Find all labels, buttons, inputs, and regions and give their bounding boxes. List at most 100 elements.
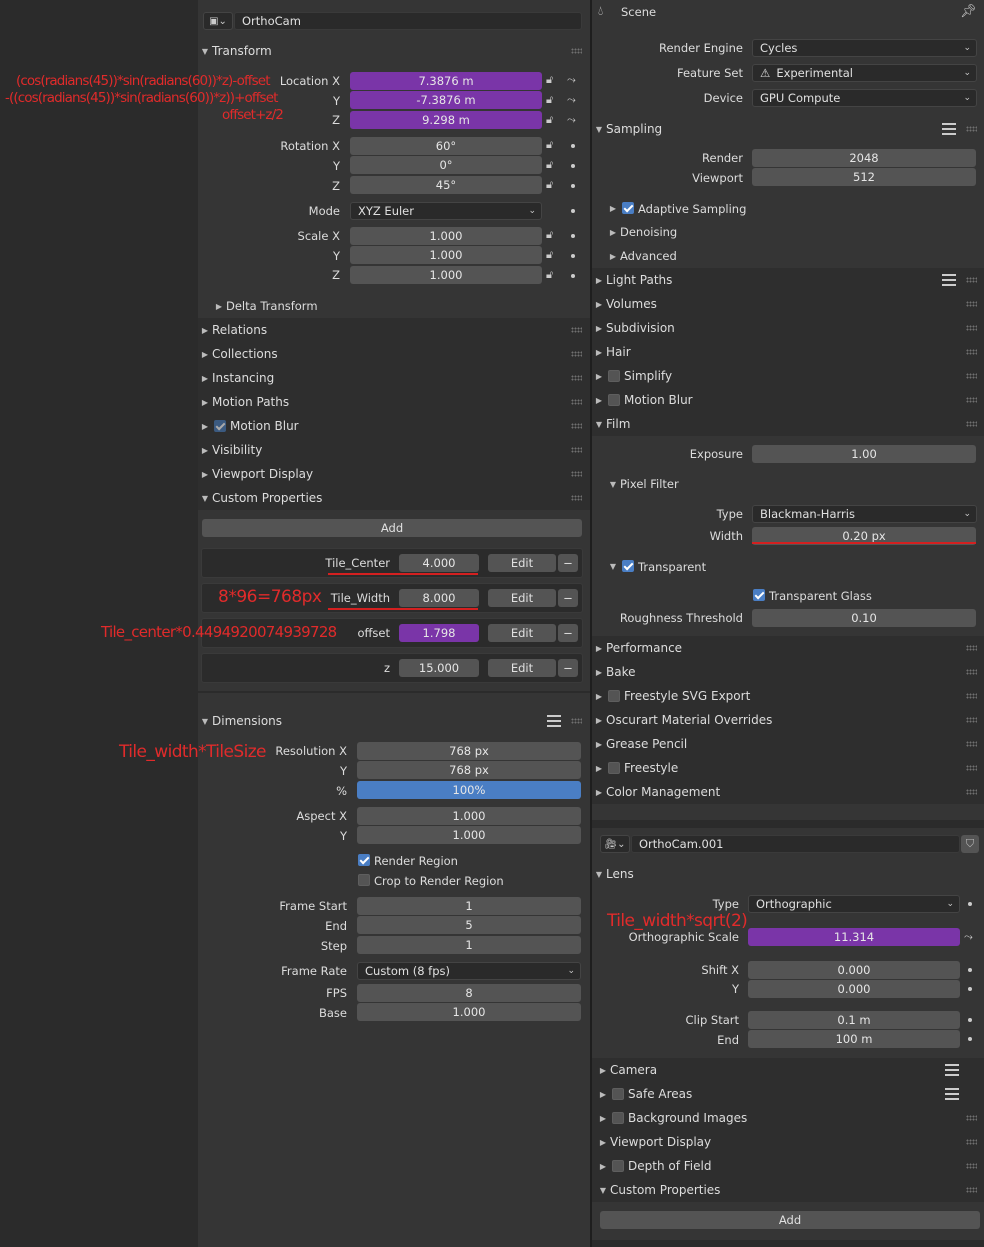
drag-grip-icon[interactable] — [966, 301, 977, 307]
aspect-y-field[interactable]: 1.000 — [357, 826, 581, 844]
panel-grease-pencil[interactable]: ▶ Grease Pencil — [592, 732, 687, 756]
panel-motion-blur-render[interactable]: ▶ — [592, 388, 606, 412]
presets-list-icon[interactable] — [942, 123, 956, 135]
subpanel-transparent[interactable]: ▼ — [606, 556, 620, 576]
drag-grip-icon[interactable] — [966, 126, 977, 132]
panel-instancing[interactable]: ▶ Instancing — [198, 366, 274, 390]
driver-icon[interactable]: ⤳ — [567, 93, 576, 107]
object-name-field[interactable]: OrthoCam — [234, 12, 582, 30]
frame-start-field[interactable]: 1 — [357, 897, 581, 915]
panel-dimensions[interactable]: ▼ Dimensions — [198, 709, 282, 733]
edit-property-button[interactable]: Edit — [488, 589, 556, 607]
edit-property-button[interactable]: Edit — [488, 659, 556, 677]
panel-film[interactable]: ▼ Film — [592, 412, 630, 436]
unlock-icon[interactable]: 🔓︎ — [546, 228, 553, 242]
unlock-icon[interactable]: 🔓︎ — [546, 138, 553, 152]
subpanel-delta-transform[interactable]: ▶ Delta Transform — [212, 296, 318, 316]
exposure-field[interactable]: 1.00 — [752, 445, 976, 463]
background-images-checkbox[interactable] — [612, 1112, 624, 1124]
property-value-field[interactable]: 1.798 — [399, 624, 479, 642]
panel-relations[interactable]: ▶ Relations — [198, 318, 267, 342]
panel-viewport-display-camera[interactable]: ▶ Viewport Display — [596, 1130, 711, 1154]
drag-grip-icon[interactable] — [571, 327, 582, 333]
clip-end-field[interactable]: 100 m — [748, 1030, 960, 1048]
unlock-icon[interactable]: 🔓︎ — [546, 93, 553, 107]
panel-depth-of-field[interactable]: ▶ — [596, 1154, 610, 1178]
drag-grip-icon[interactable] — [571, 48, 582, 54]
panel-motion-paths[interactable]: ▶ Motion Paths — [198, 390, 289, 414]
panel-lens[interactable]: ▼ Lens — [592, 862, 634, 886]
roughness-threshold-field[interactable]: 0.10 — [752, 609, 976, 627]
sampling-viewport-field[interactable]: 512 — [752, 168, 976, 186]
safe-areas-checkbox[interactable] — [612, 1088, 624, 1100]
panel-volumes[interactable]: ▶ Volumes — [592, 292, 657, 316]
drag-grip-icon[interactable] — [966, 1163, 977, 1169]
unlock-icon[interactable]: 🔓︎ — [546, 113, 553, 127]
presets-list-icon[interactable] — [942, 274, 956, 286]
scale-x-field[interactable]: 1.000 — [350, 227, 542, 245]
base-field[interactable]: 1.000 — [357, 1003, 581, 1021]
frame-end-field[interactable]: 5 — [357, 916, 581, 934]
panel-performance[interactable]: ▶ Performance — [592, 636, 682, 660]
feature-set-dropdown[interactable]: ⚠ Experimental ⌄ — [752, 64, 977, 82]
keyframe-dot-icon[interactable] — [968, 1018, 972, 1022]
freestyle-checkbox[interactable] — [608, 762, 620, 774]
drag-grip-icon[interactable] — [571, 399, 582, 405]
keyframe-dot-icon[interactable] — [968, 968, 972, 972]
drag-grip-icon[interactable] — [966, 277, 977, 283]
location-y-field[interactable]: -7.3876 m — [350, 91, 542, 109]
drag-grip-icon[interactable] — [571, 471, 582, 477]
drag-grip-icon[interactable] — [571, 375, 582, 381]
remove-property-button[interactable]: − — [558, 624, 578, 642]
simplify-checkbox[interactable] — [608, 370, 620, 382]
subpanel-advanced[interactable]: ▶ Advanced — [606, 246, 677, 266]
motion-blur-render-checkbox[interactable] — [608, 394, 620, 406]
drag-grip-icon[interactable] — [966, 693, 977, 699]
device-dropdown[interactable]: GPU Compute ⌄ — [752, 89, 977, 107]
keyframe-dot-icon[interactable] — [571, 164, 575, 168]
property-value-field[interactable]: 8.000 — [399, 589, 479, 607]
panel-subdivision[interactable]: ▶ Subdivision — [592, 316, 675, 340]
keyframe-dot-icon[interactable] — [968, 902, 972, 906]
panel-sampling[interactable]: ▼ Sampling — [592, 117, 662, 141]
keyframe-dot-icon[interactable] — [968, 987, 972, 991]
drag-grip-icon[interactable] — [966, 765, 977, 771]
keyframe-dot-icon[interactable] — [571, 254, 575, 258]
drag-grip-icon[interactable] — [571, 351, 582, 357]
resolution-percent-slider[interactable]: 100% — [357, 781, 581, 799]
aspect-x-field[interactable]: 1.000 — [357, 807, 581, 825]
drag-grip-icon[interactable] — [966, 717, 977, 723]
keyframe-dot-icon[interactable] — [571, 209, 575, 213]
subpanel-pixel-filter[interactable]: ▼ Pixel Filter — [606, 474, 679, 494]
add-property-button[interactable]: Add — [202, 519, 582, 537]
shift-y-field[interactable]: 0.000 — [748, 980, 960, 998]
sampling-render-field[interactable]: 2048 — [752, 149, 976, 167]
camera-data-name-field[interactable]: OrthoCam.001 — [631, 835, 960, 853]
ortho-scale-field[interactable]: 11.314 — [748, 928, 960, 946]
panel-transform[interactable]: ▼ Transform — [198, 40, 590, 62]
drag-grip-icon[interactable] — [966, 1115, 977, 1121]
unlock-icon[interactable]: 🔓︎ — [546, 268, 553, 282]
panel-motion-blur[interactable]: ▶ — [198, 414, 212, 438]
panel-freestyle[interactable]: ▶ — [592, 756, 606, 780]
panel-custom-properties[interactable]: ▼ Custom Properties — [198, 486, 323, 510]
camera-data-icon[interactable]: 🎥︎⌄ — [600, 835, 630, 853]
drag-grip-icon[interactable] — [966, 741, 977, 747]
subpanel-adaptive-sampling[interactable]: ▶ — [606, 198, 620, 218]
subpanel-denoising[interactable]: ▶ Denoising — [606, 222, 677, 242]
unlock-icon[interactable]: 🔓︎ — [546, 248, 553, 262]
frame-step-field[interactable]: 1 — [357, 936, 581, 954]
depth-of-field-checkbox[interactable] — [612, 1160, 624, 1172]
keyframe-dot-icon[interactable] — [571, 144, 575, 148]
drag-grip-icon[interactable] — [966, 373, 977, 379]
panel-oscurart[interactable]: ▶ Oscurart Material Overrides — [592, 708, 772, 732]
render-region-checkbox[interactable] — [358, 854, 370, 866]
frame-rate-dropdown[interactable]: Custom (8 fps) ⌄ — [357, 962, 581, 980]
remove-property-button[interactable]: − — [558, 659, 578, 677]
panel-simplify[interactable]: ▶ — [592, 364, 606, 388]
edit-property-button[interactable]: Edit — [488, 554, 556, 572]
drag-grip-icon[interactable] — [966, 1139, 977, 1145]
rotation-mode-dropdown[interactable]: XYZ Euler ⌄ — [350, 202, 542, 220]
keyframe-dot-icon[interactable] — [968, 1037, 972, 1041]
property-value-field[interactable]: 15.000 — [399, 659, 479, 677]
